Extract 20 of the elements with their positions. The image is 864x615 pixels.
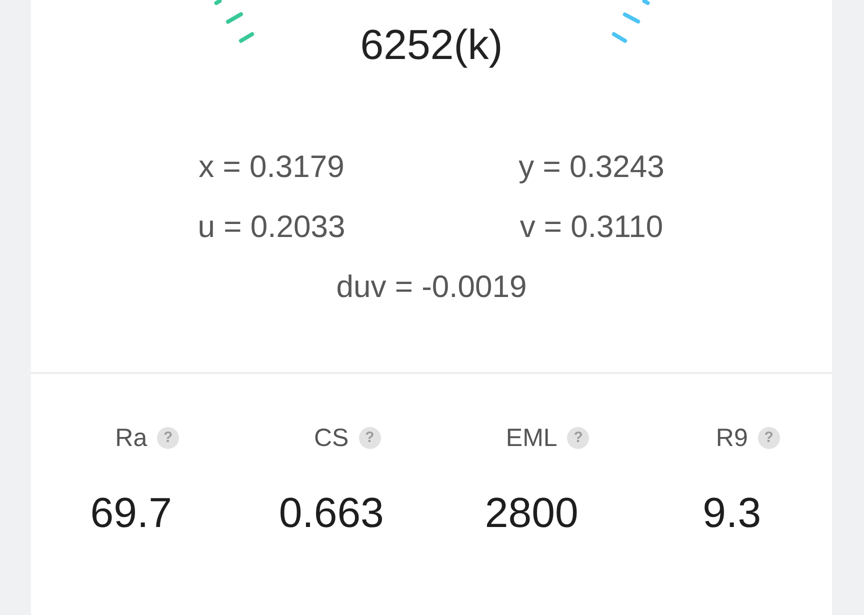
metric-label: R9 <box>716 423 748 453</box>
chromaticity-value: y = 0.3243 <box>518 148 664 186</box>
gauge-tick <box>213 0 222 6</box>
metric-value: 69.7 <box>90 488 172 538</box>
help-icon[interactable]: ? <box>157 427 180 449</box>
help-icon[interactable]: ? <box>567 427 590 449</box>
gauge-tick <box>641 0 650 6</box>
metric-label: Ra <box>115 423 148 453</box>
help-icon[interactable]: ? <box>758 427 780 449</box>
metric-value: 9.3 <box>702 488 762 538</box>
metric-value: 2800 <box>484 488 578 538</box>
duv-value: duv = -0.0019 <box>336 268 527 306</box>
help-icon[interactable]: ? <box>358 427 381 449</box>
chromaticity-value: u = 0.2033 <box>198 208 346 246</box>
color-temperature-value: 6252(k) <box>360 20 503 70</box>
metric-label: EML <box>506 423 558 453</box>
chromaticity-value: v = 0.3110 <box>520 208 664 246</box>
metric-label: CS <box>314 423 349 453</box>
chromaticity-value: x = 0.3179 <box>198 148 344 186</box>
metric-value: 0.663 <box>278 488 384 538</box>
